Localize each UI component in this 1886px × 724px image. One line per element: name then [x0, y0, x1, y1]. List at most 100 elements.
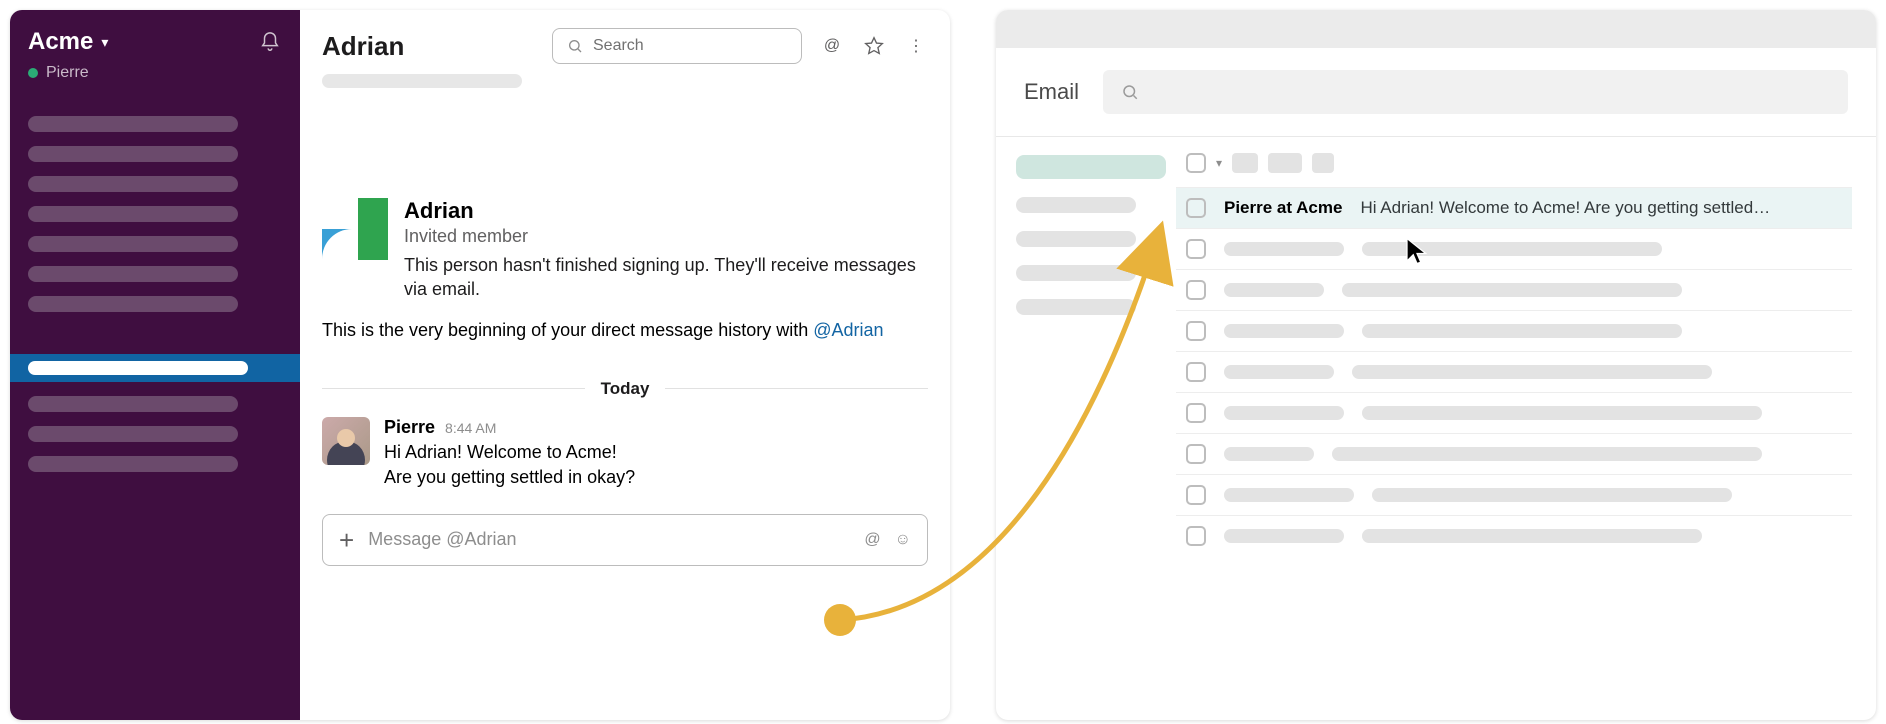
select-all-checkbox[interactable] [1186, 153, 1206, 173]
row-checkbox[interactable] [1186, 444, 1206, 464]
subject-placeholder [1362, 406, 1762, 420]
sidebar-item[interactable] [28, 456, 238, 472]
bell-icon[interactable] [258, 30, 282, 54]
email-row[interactable] [1176, 392, 1852, 433]
email-sender: Pierre at Acme [1224, 198, 1342, 218]
subject-placeholder [1362, 324, 1682, 338]
sidebar-item[interactable] [28, 266, 238, 282]
row-checkbox[interactable] [1186, 239, 1206, 259]
chevron-down-icon: ▾ [101, 34, 108, 51]
row-checkbox[interactable] [1186, 362, 1206, 382]
more-vertical-icon[interactable]: ⋮ [904, 34, 928, 58]
email-row[interactable] [1176, 474, 1852, 515]
row-checkbox[interactable] [1186, 403, 1206, 423]
slack-main: Adrian Search @ ⋮ Adrian [300, 10, 950, 720]
row-checkbox[interactable] [1186, 526, 1206, 546]
message-author[interactable]: Pierre [384, 417, 435, 438]
beginning-text: This is the very beginning of your direc… [322, 320, 928, 341]
workspace-switcher[interactable]: Acme ▾ [28, 28, 108, 56]
search-placeholder: Search [593, 37, 644, 55]
email-row[interactable] [1176, 310, 1852, 351]
user-mention[interactable]: @Adrian [813, 320, 883, 340]
sidebar-section-upper [28, 116, 282, 312]
star-icon[interactable] [862, 34, 886, 58]
sidebar-section-lower [28, 354, 282, 472]
user-presence[interactable]: Pierre [28, 64, 282, 82]
sidebar-item[interactable] [28, 396, 238, 412]
row-checkbox[interactable] [1186, 321, 1206, 341]
sender-placeholder [1224, 242, 1344, 256]
profile-tiles-icon [322, 198, 388, 302]
header-subtext-placeholder [322, 74, 522, 88]
email-toolbar: ▾ [1176, 147, 1852, 187]
sidebar-item[interactable] [28, 296, 238, 312]
email-folder[interactable] [1016, 197, 1136, 213]
toolbar-button[interactable] [1268, 153, 1302, 173]
sender-placeholder [1224, 529, 1344, 543]
email-row[interactable] [1176, 351, 1852, 392]
message-line: Hi Adrian! Welcome to Acme! [384, 440, 635, 465]
at-icon[interactable]: @ [820, 34, 844, 58]
email-row[interactable] [1176, 433, 1852, 474]
dm-intro-role: Invited member [404, 226, 924, 247]
search-icon [567, 38, 583, 54]
current-user-name: Pierre [46, 64, 89, 82]
row-checkbox[interactable] [1186, 280, 1206, 300]
date-divider-label: Today [601, 379, 650, 399]
message-composer[interactable]: + Message @Adrian @ ☺ [322, 514, 928, 566]
subject-placeholder [1352, 365, 1712, 379]
dm-intro: Adrian Invited member This person hasn't… [322, 198, 928, 302]
message: Pierre 8:44 AM Hi Adrian! Welcome to Acm… [322, 417, 928, 490]
sidebar-item[interactable] [28, 146, 238, 162]
beginning-prefix: This is the very beginning of your direc… [322, 320, 813, 340]
email-titlebar [996, 10, 1876, 48]
email-window: Email ▾ [996, 10, 1876, 720]
email-folder[interactable] [1016, 265, 1136, 281]
emoji-icon[interactable]: ☺ [895, 531, 911, 549]
subject-placeholder [1332, 447, 1762, 461]
dm-intro-name: Adrian [404, 198, 924, 224]
subject-placeholder [1362, 242, 1662, 256]
at-icon[interactable]: @ [864, 531, 880, 549]
email-list: ▾ Pierre at Acme Hi Adrian! Welcome to A… [1176, 137, 1876, 556]
email-folder[interactable] [1016, 231, 1136, 247]
email-row[interactable] [1176, 515, 1852, 556]
sidebar-item[interactable] [28, 236, 238, 252]
subject-placeholder [1342, 283, 1682, 297]
email-folder[interactable] [1016, 299, 1136, 315]
row-checkbox[interactable] [1186, 485, 1206, 505]
sender-placeholder [1224, 365, 1334, 379]
slack-window: Acme ▾ Pierre [10, 10, 950, 720]
plus-icon[interactable]: + [339, 527, 354, 553]
sender-placeholder [1224, 488, 1354, 502]
sender-placeholder [1224, 324, 1344, 338]
sidebar-item[interactable] [28, 116, 238, 132]
email-search-input[interactable] [1103, 70, 1848, 114]
message-line: Are you getting settled in okay? [384, 465, 635, 490]
message-time: 8:44 AM [445, 420, 496, 436]
toolbar-button[interactable] [1312, 153, 1334, 173]
email-row[interactable] [1176, 269, 1852, 310]
sidebar-item-selected[interactable] [10, 354, 300, 382]
subject-placeholder [1372, 488, 1732, 502]
sidebar-item[interactable] [28, 176, 238, 192]
workspace-name: Acme [28, 28, 93, 56]
email-folder-selected[interactable] [1016, 155, 1166, 179]
sidebar-item[interactable] [28, 206, 238, 222]
date-divider: Today [322, 379, 928, 399]
search-input[interactable]: Search [552, 28, 802, 64]
row-checkbox[interactable] [1186, 198, 1206, 218]
email-header: Email [996, 48, 1876, 136]
sidebar-item[interactable] [28, 426, 238, 442]
sender-placeholder [1224, 406, 1344, 420]
email-row-highlighted[interactable]: Pierre at Acme Hi Adrian! Welcome to Acm… [1176, 187, 1852, 228]
presence-dot-icon [28, 68, 38, 78]
composer-placeholder: Message @Adrian [368, 529, 850, 550]
sender-placeholder [1224, 447, 1314, 461]
chevron-down-icon[interactable]: ▾ [1216, 156, 1222, 170]
sender-placeholder [1224, 283, 1324, 297]
avatar[interactable] [322, 417, 370, 465]
dm-title[interactable]: Adrian [322, 31, 404, 62]
toolbar-button[interactable] [1232, 153, 1258, 173]
email-row[interactable] [1176, 228, 1852, 269]
